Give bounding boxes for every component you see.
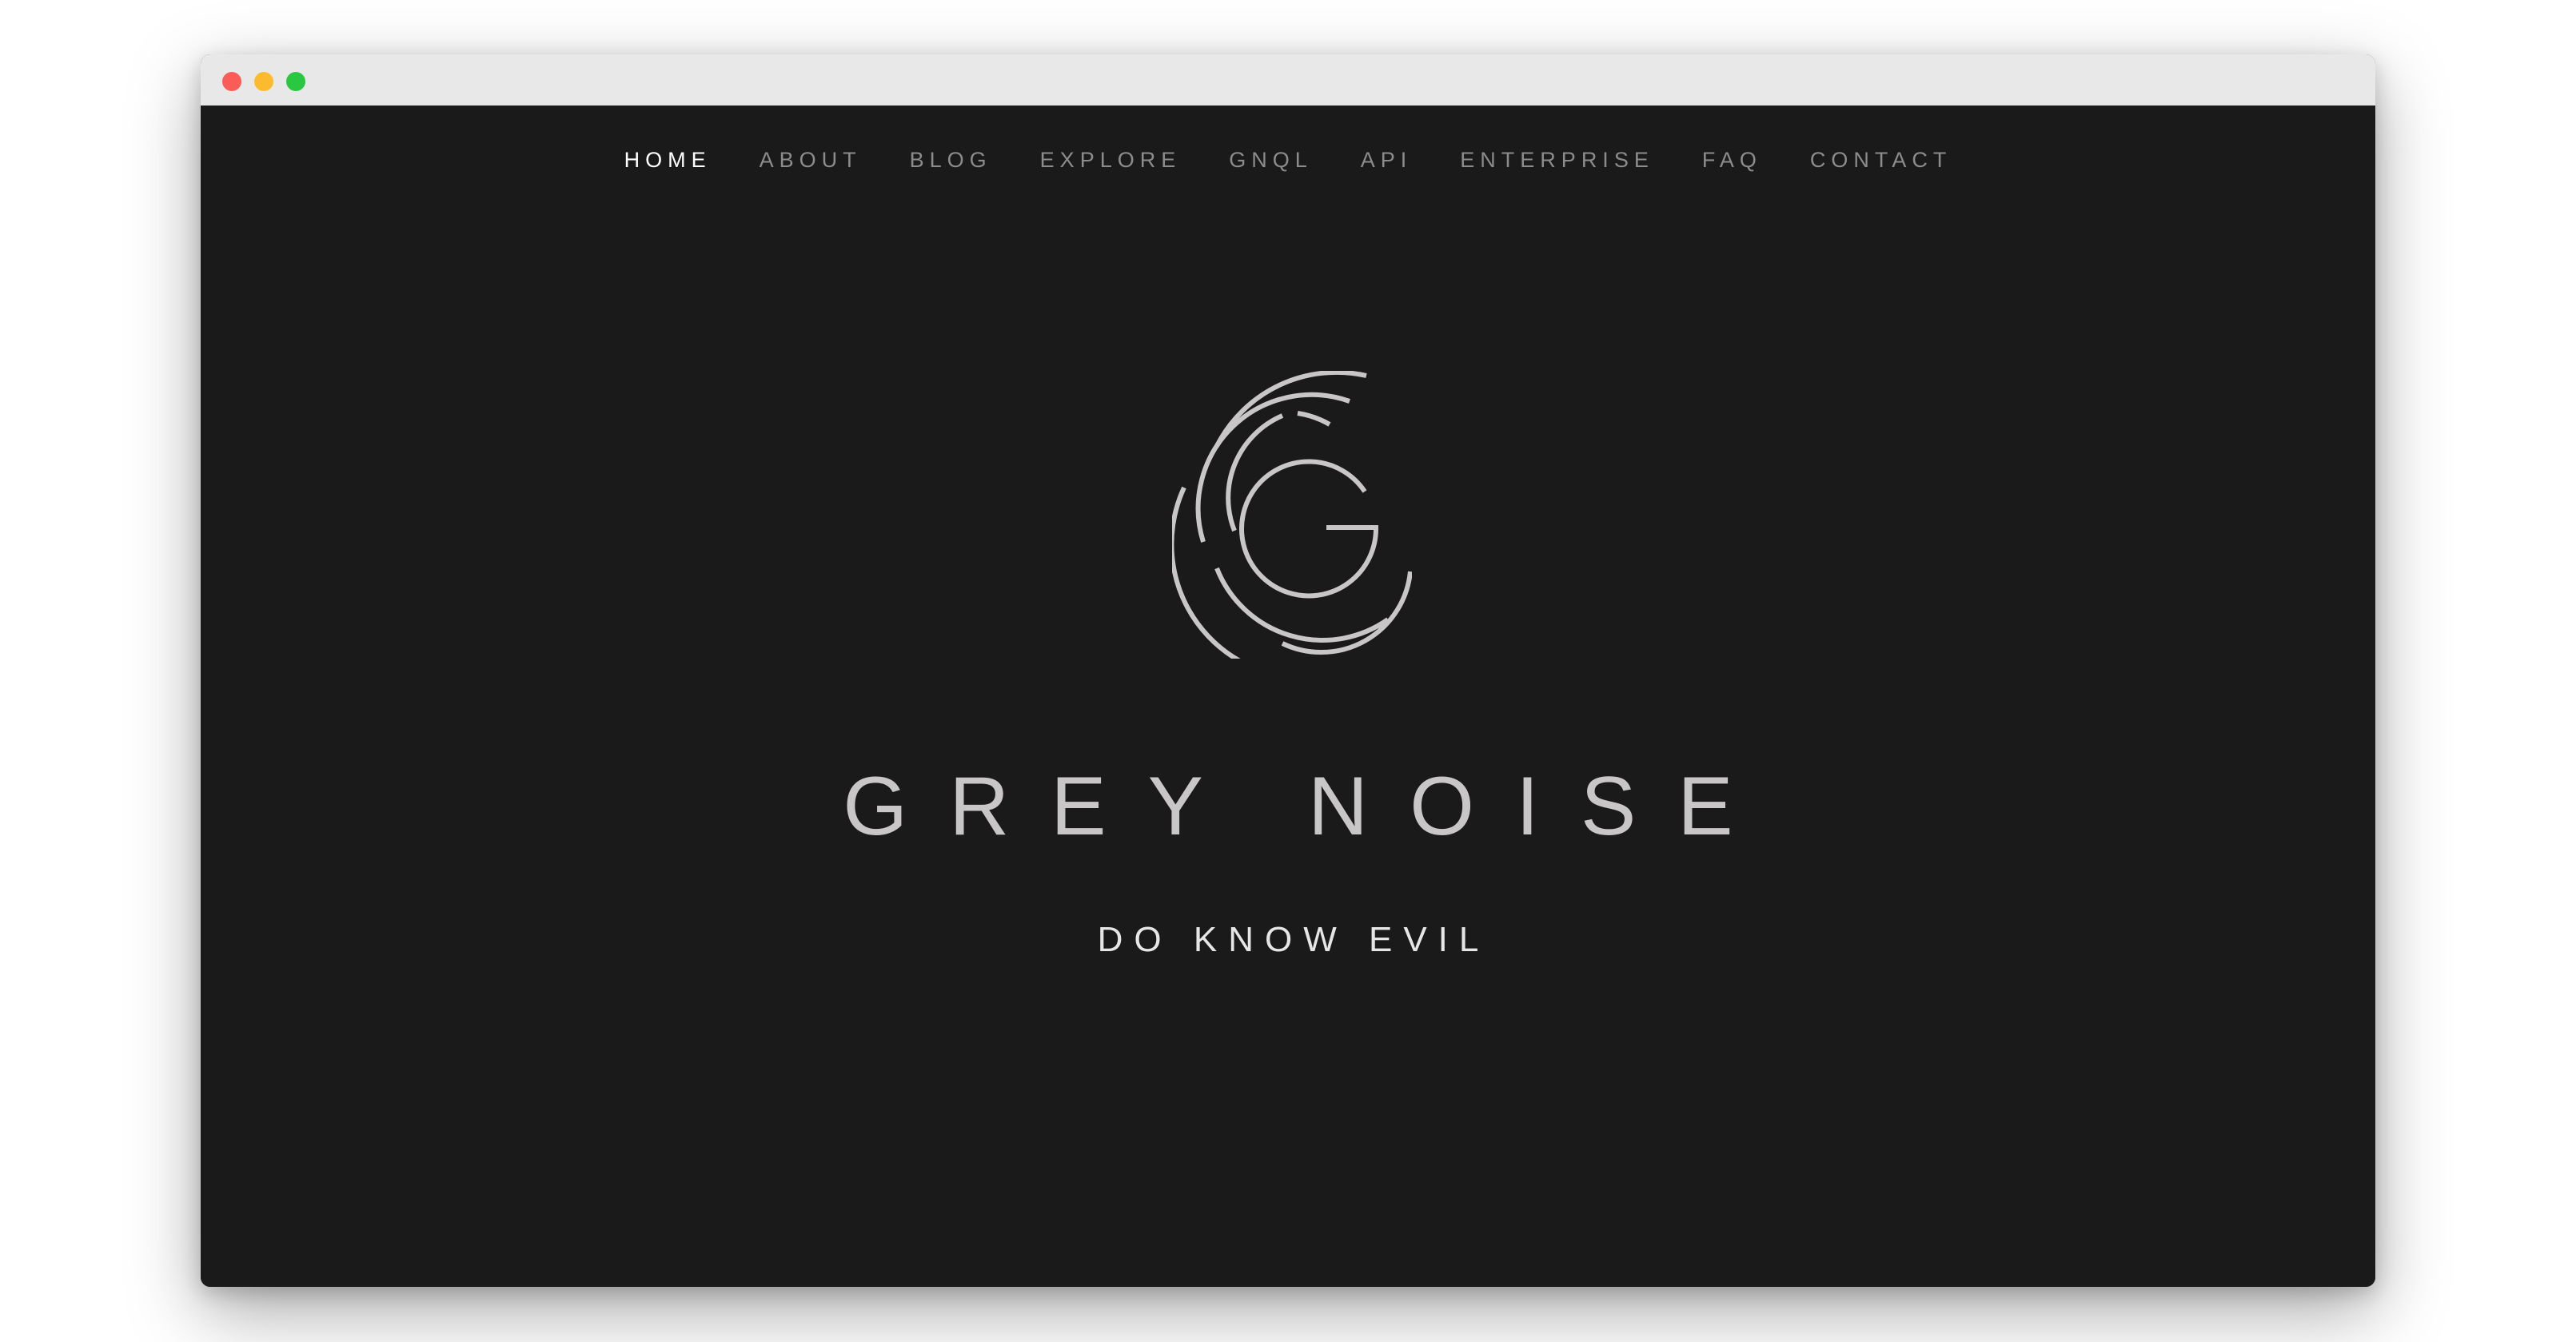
browser-window: HOME ABOUT BLOG EXPLORE GNQL API ENTERPR… xyxy=(201,54,2375,1287)
close-window-button[interactable] xyxy=(222,72,241,91)
nav-item-explore[interactable]: EXPLORE xyxy=(1040,148,1182,173)
nav-item-api[interactable]: API xyxy=(1361,148,1413,173)
zoom-window-button[interactable] xyxy=(286,72,305,91)
nav-item-faq[interactable]: FAQ xyxy=(1702,148,1762,173)
page-content: HOME ABOUT BLOG EXPLORE GNQL API ENTERPR… xyxy=(201,106,2375,1287)
main-nav: HOME ABOUT BLOG EXPLORE GNQL API ENTERPR… xyxy=(201,106,2375,214)
nav-item-enterprise[interactable]: ENTERPRISE xyxy=(1460,148,1654,173)
nav-item-blog[interactable]: BLOG xyxy=(910,148,992,173)
tagline: DO KNOW EVIL xyxy=(1097,920,1490,959)
nav-item-contact[interactable]: CONTACT xyxy=(1810,148,1952,173)
window-titlebar xyxy=(201,54,2375,106)
nav-item-home[interactable]: HOME xyxy=(624,148,712,173)
brand-name: GREY NOISE xyxy=(843,760,1775,853)
nav-item-about[interactable]: ABOUT xyxy=(760,148,862,173)
nav-item-gnql[interactable]: GNQL xyxy=(1229,148,1313,173)
greynoise-logo-icon xyxy=(1172,371,1412,659)
minimize-window-button[interactable] xyxy=(254,72,273,91)
